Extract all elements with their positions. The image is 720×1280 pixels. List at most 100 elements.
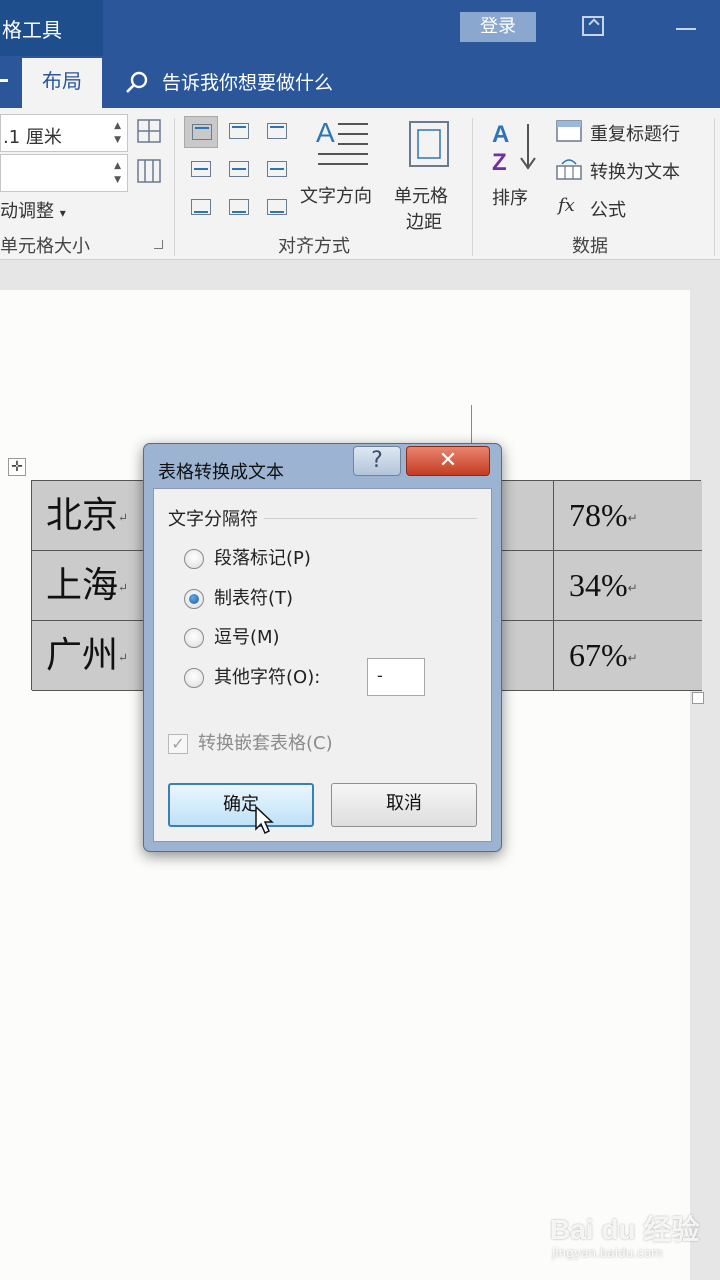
svg-text:A: A (492, 121, 509, 148)
align-middle-left-button[interactable] (184, 154, 218, 186)
cell-margins-label-2: 边距 (406, 212, 442, 233)
close-button[interactable]: ✕ (406, 446, 490, 476)
dialog-title: 表格转换成文本 (158, 462, 284, 483)
city-text: 北京 (46, 495, 119, 536)
checkbox-label: 转换嵌套表格(C) (198, 733, 333, 754)
other-character-input[interactable]: - (367, 658, 425, 696)
table-move-handle-icon[interactable]: ✛ (8, 458, 26, 476)
ok-button[interactable]: 确定 (168, 783, 314, 827)
svg-text:A: A (316, 117, 335, 148)
sort-label: 排序 (492, 188, 528, 209)
context-tab-label: 格工具 (2, 18, 62, 42)
ribbon: .1 厘米 ▲ ▼ ▲ ▼ 动调整 ▾ 单元格大小 A 文字方向 单元格 边距 … (0, 108, 720, 260)
title-bar: 格工具 登录 (0, 0, 720, 56)
percent-text: 67% (569, 637, 628, 673)
checkbox-checked-icon[interactable]: ✓ (168, 734, 188, 754)
radio-circle-icon[interactable] (184, 628, 204, 648)
city-text: 上海 (46, 565, 119, 606)
sort-button[interactable]: A Z 排序 (486, 116, 546, 216)
align-top-left-button[interactable] (184, 116, 218, 148)
align-top-center-button[interactable] (222, 116, 256, 148)
end-of-cell-mark: ↵ (627, 651, 638, 666)
watermark-url: jingyan.baidu.com (552, 1246, 663, 1260)
svg-text:Z: Z (492, 149, 507, 174)
end-of-cell-mark: ↵ (118, 510, 129, 525)
formula-label: 公式 (590, 200, 626, 221)
convert-table-to-text-dialog: 表格转换成文本 ? ✕ 文字分隔符 段落标记(P) 制表符(T) 逗号(M) 其… (143, 443, 502, 852)
tab-layout[interactable]: 布局 (22, 58, 102, 108)
group-separator (174, 118, 175, 256)
align-bottom-left-button[interactable] (184, 192, 218, 224)
align-middle-center-button[interactable] (222, 154, 256, 186)
dialog-body: 文字分隔符 段落标记(P) 制表符(T) 逗号(M) 其他字符(O): - ✓ … (153, 488, 492, 842)
alignment-group-label: 对齐方式 (278, 236, 350, 257)
distribute-rows-icon[interactable] (136, 118, 162, 144)
radio-label: 逗号(M) (214, 627, 280, 648)
login-button[interactable]: 登录 (460, 12, 536, 42)
align-bottom-center-button[interactable] (222, 192, 256, 224)
repeat-header-icon (556, 120, 582, 142)
tell-me-text: 告诉我你想要做什么 (162, 72, 334, 94)
watermark-logo: Bai du 经验 (550, 1214, 700, 1245)
align-middle-right-button[interactable] (260, 154, 294, 186)
table-cell-percent[interactable]: 78%↵ (553, 481, 702, 550)
formula-icon: fx (558, 195, 575, 216)
cell-margins-label-1: 单元格 (394, 186, 448, 207)
table-cell-percent[interactable]: 34%↵ (553, 551, 702, 620)
end-of-cell-mark: ↵ (627, 511, 638, 526)
align-top-right-button[interactable] (260, 116, 294, 148)
convert-to-text-button[interactable]: 转换为文本 (556, 156, 716, 184)
lightbulb-search-icon (126, 71, 148, 93)
group-separator (472, 118, 473, 256)
percent-text: 34% (569, 567, 628, 603)
cell-margins-icon (409, 121, 449, 167)
cancel-button[interactable]: 取消 (331, 783, 477, 827)
radio-circle-icon[interactable] (184, 668, 204, 688)
mouse-pointer-icon (255, 805, 274, 835)
table-cell-percent[interactable]: 67%↵ (553, 621, 702, 690)
convert-to-text-label: 转换为文本 (590, 162, 680, 183)
radio-circle-selected-icon[interactable] (184, 589, 204, 609)
separator-group-label: 文字分隔符 (168, 505, 264, 531)
sort-icon: A Z (492, 121, 536, 174)
minimize-icon[interactable] (676, 28, 696, 30)
convert-to-text-icon (556, 159, 582, 180)
percent-text: 78% (569, 497, 628, 533)
cell-margins-button[interactable]: 单元格 边距 (394, 116, 464, 233)
ribbon-tab-row: 布局 告诉我你想要做什么 (0, 56, 720, 108)
table-tools-context-tab: 格工具 (0, 0, 103, 56)
cell-height-value: .1 厘米 (3, 127, 62, 148)
tell-me-search[interactable]: 告诉我你想要做什么 (124, 68, 333, 95)
radio-label: 其他字符(O): (214, 667, 321, 688)
formula-button[interactable]: fx 公式 (556, 194, 676, 222)
repeat-header-rows-button[interactable]: 重复标题行 (556, 118, 716, 146)
radio-circle-icon[interactable] (184, 549, 204, 569)
spinner-arrows-icon[interactable]: ▲ ▼ (114, 119, 121, 147)
align-bottom-right-button[interactable] (260, 192, 294, 224)
repeat-header-label: 重复标题行 (590, 124, 680, 145)
distribute-columns-icon[interactable] (136, 158, 162, 184)
data-group-label: 数据 (572, 236, 608, 257)
text-direction-button[interactable]: A 文字方向 (298, 116, 388, 207)
dialog-launcher-icon[interactable] (154, 240, 163, 249)
ribbon-display-options-icon[interactable] (582, 16, 604, 36)
previous-tab-indicator (0, 79, 8, 82)
cell-size-group-label: 单元格大小 (0, 236, 90, 257)
baidu-jingyan-watermark: Bai du 经验 jingyan.baidu.com (548, 1208, 708, 1270)
autofit-button[interactable]: 动调整 ▾ (0, 197, 66, 223)
end-of-cell-mark: ↵ (118, 580, 129, 595)
table-resize-handle[interactable] (692, 692, 704, 704)
city-text: 广州 (46, 635, 119, 676)
text-direction-icon: A (316, 117, 368, 165)
end-of-cell-mark: ↵ (118, 650, 129, 665)
text-cursor-line (471, 405, 472, 443)
text-direction-label: 文字方向 (300, 186, 372, 207)
group-separator (714, 118, 715, 256)
autofit-label: 动调整 (0, 201, 54, 222)
spinner-arrows-icon[interactable]: ▲ ▼ (114, 159, 121, 187)
end-of-cell-mark: ↵ (627, 581, 638, 596)
chevron-down-icon: ▾ (59, 206, 66, 220)
cell-width-spinner[interactable]: ▲ ▼ (0, 154, 128, 192)
help-button[interactable]: ? (353, 446, 401, 476)
cell-height-spinner[interactable]: .1 厘米 ▲ ▼ (0, 114, 128, 152)
